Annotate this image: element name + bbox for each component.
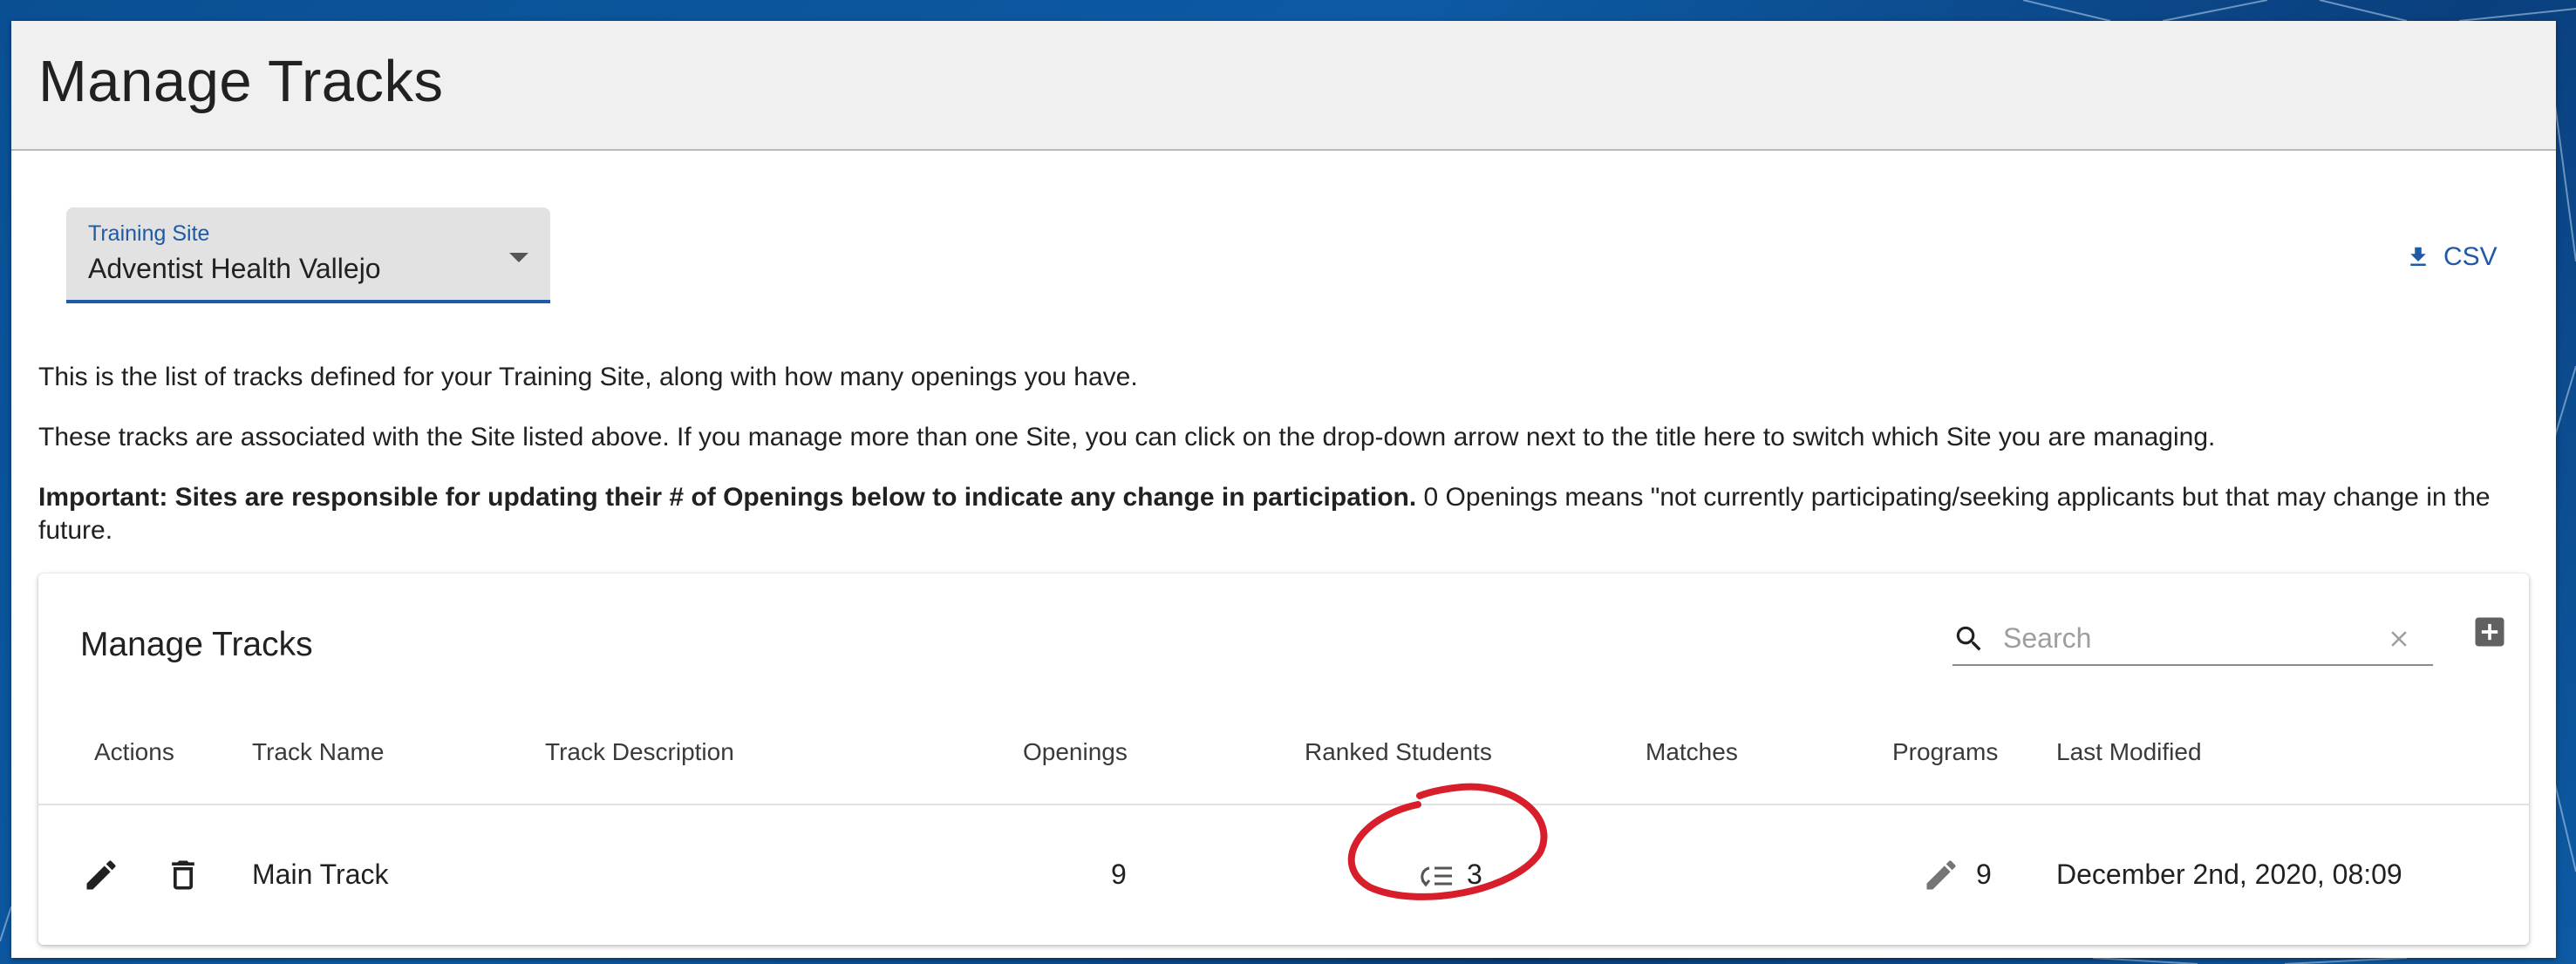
page-title: Manage Tracks	[38, 49, 444, 114]
column-header-openings[interactable]: Openings	[1023, 738, 1128, 766]
header-divider	[38, 804, 2529, 805]
column-header-track-name[interactable]: Track Name	[252, 738, 384, 766]
column-header-ranked-students[interactable]: Ranked Students	[1305, 738, 1492, 766]
download-icon	[2410, 247, 2426, 266]
column-header-track-description[interactable]: Track Description	[545, 738, 734, 766]
programs-cell: 9	[1976, 859, 1992, 890]
training-site-label: Training Site	[88, 221, 210, 246]
page-header: Manage Tracks	[11, 21, 2556, 151]
csv-download-button[interactable]: CSV	[2405, 235, 2498, 279]
tracks-table-card: Manage Tracks Actions Track Name Track D…	[38, 574, 2529, 945]
close-icon[interactable]	[2386, 626, 2412, 652]
intro-text-3: Important: Sites are responsible for upd…	[38, 481, 2532, 547]
intro-text-1: This is the list of tracks defined for y…	[38, 363, 1138, 391]
edit-programs-icon[interactable]	[1922, 856, 1960, 894]
training-site-value: Adventist Health Vallejo	[88, 253, 381, 284]
column-header-actions: Actions	[94, 738, 174, 765]
track-name-cell: Main Track	[252, 859, 389, 890]
last-modified-cell: December 2nd, 2020, 08:09	[2056, 859, 2402, 890]
dropdown-arrow-icon[interactable]	[509, 253, 528, 262]
add-box-icon[interactable]	[2470, 613, 2509, 651]
openings-cell: 9	[1111, 859, 1127, 890]
table-title: Manage Tracks	[80, 626, 313, 663]
ranked-list-icon[interactable]	[1417, 861, 1455, 893]
column-header-last-modified[interactable]: Last Modified	[2056, 738, 2202, 766]
ranked-students-cell: 3	[1467, 859, 1482, 890]
column-header-programs[interactable]: Programs	[1892, 738, 1998, 766]
training-site-select[interactable]: Training Site Adventist Health Vallejo	[66, 207, 550, 303]
delete-icon[interactable]	[164, 856, 202, 894]
csv-label: CSV	[2443, 242, 2498, 271]
edit-icon[interactable]	[82, 856, 120, 894]
search-input[interactable]	[2001, 617, 2371, 659]
intro-text-2: These tracks are associated with the Sit…	[38, 423, 2216, 451]
search-icon	[1956, 626, 1981, 651]
manage-tracks-page: Manage Tracks Training Site Adventist He…	[11, 21, 2556, 958]
important-note: Important: Sites are responsible for upd…	[38, 483, 1417, 512]
column-header-matches[interactable]: Matches	[1646, 738, 1738, 766]
table-search	[1952, 614, 2433, 666]
